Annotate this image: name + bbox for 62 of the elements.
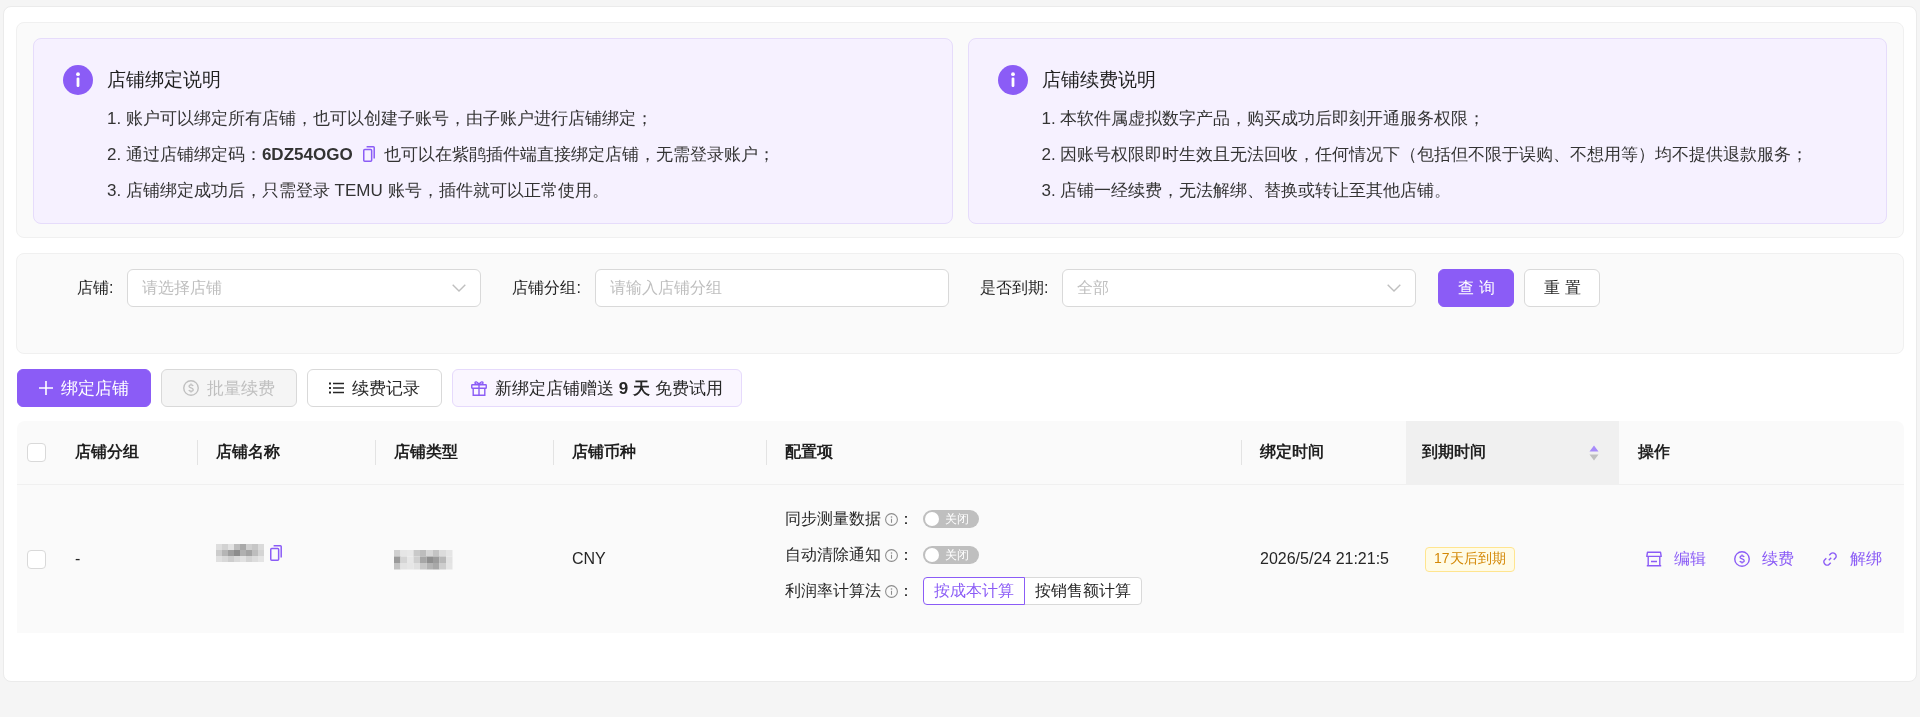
copy-icon[interactable]: [362, 146, 375, 162]
plus-icon: [39, 381, 53, 395]
link-icon: [1822, 551, 1838, 567]
promo-text: 新绑定店铺赠送 9 天 免费试用: [495, 377, 723, 400]
notice-text: 2. 通过店铺绑定码：6DZ54OGO: [107, 143, 353, 166]
label-colon: ：: [898, 508, 914, 529]
column-header: 绑定时间: [1260, 442, 1324, 462]
list-icon: [329, 382, 344, 394]
column-header: 店铺类型: [394, 442, 458, 462]
segment-option[interactable]: 按成本计算: [923, 577, 1025, 605]
column-header: 店铺币种: [572, 442, 636, 462]
dollar-circle-icon: [183, 380, 199, 396]
mosaic-drawing: [394, 550, 453, 570]
currency-value: CNY: [572, 550, 606, 568]
input-field[interactable]: 请输入店铺分组: [594, 269, 949, 307]
notice-text: 2. 因账号权限即时生效且无法回收，任何情况下（包括但不限于误购、不想用等）均不提供退款服务；: [1041, 143, 1809, 166]
field-label: 是否到期:: [979, 277, 1049, 298]
checkbox[interactable]: [27, 549, 46, 569]
dollar-circle-icon: [1734, 551, 1750, 567]
query-button[interactable]: 查 询: [1438, 269, 1515, 307]
sortable-column-header[interactable]: 到期时间: [1406, 421, 1619, 484]
bind-time-value: 2026/5/24 21:21:5: [1260, 550, 1389, 568]
copy-icon[interactable]: [270, 545, 282, 561]
label-colon: ：: [898, 580, 914, 601]
action-link[interactable]: 编辑: [1638, 544, 1714, 574]
store-group-value: -: [75, 550, 81, 568]
toolbar-button[interactable]: 绑定店铺: [17, 369, 151, 407]
setting-label: 自动清除通知: [785, 544, 881, 565]
column-header: 配置项: [785, 442, 833, 462]
info-icon[interactable]: [885, 548, 898, 562]
field-label: 店铺:: [77, 277, 114, 298]
notice-text: 1. 本软件属虚拟数字产品，购买成功后即刻开通服务权限；: [1041, 107, 1486, 130]
info-icon: [63, 65, 93, 95]
segment-option[interactable]: 按销售额计算: [1024, 577, 1142, 605]
notice-text: 3. 店铺绑定成功后，只需登录 TEMU 账号，插件就可以正常使用。: [107, 179, 609, 202]
info-icon: [997, 65, 1028, 95]
notice-text: 1. 账户可以绑定所有店铺，也可以创建子账号，由子账户进行店铺绑定；: [107, 107, 653, 130]
info-icon[interactable]: [885, 584, 898, 598]
chevron-down-icon: [452, 284, 467, 292]
info-icon[interactable]: [885, 512, 898, 526]
action-link[interactable]: 解绑: [1814, 544, 1890, 574]
notice-title: 店铺绑定说明: [107, 68, 222, 92]
toolbar-button[interactable]: 续费记录: [307, 369, 442, 407]
label-colon: ：: [898, 544, 914, 565]
store-icon: [1646, 551, 1662, 567]
notice-title: 店铺续费说明: [1041, 68, 1157, 92]
chevron-down-icon: [1387, 284, 1402, 292]
notice-text: 也可以在紫鹃插件端直接绑定店铺，无需登录账户；: [383, 143, 775, 166]
column-header: 店铺名称: [216, 442, 280, 462]
column-header: 店铺分组: [75, 442, 139, 462]
column-header: 操作: [1638, 442, 1670, 462]
gift-icon: [471, 380, 487, 396]
setting-label: 利润率计算法: [785, 580, 881, 601]
reset-button[interactable]: 重 置: [1524, 269, 1601, 307]
expiry-tag: 17天后到期: [1425, 546, 1515, 572]
checkbox[interactable]: [27, 443, 46, 462]
mosaic-drawing: [216, 544, 264, 562]
notice-text: 3. 店铺一经续费，无法解绑、替换或转让至其他店铺。: [1041, 179, 1452, 202]
setting-label: 同步测量数据: [785, 508, 881, 529]
action-link[interactable]: 续费: [1726, 544, 1802, 574]
sort-icon[interactable]: [1589, 444, 1599, 461]
field-label: 店铺分组:: [512, 277, 581, 298]
